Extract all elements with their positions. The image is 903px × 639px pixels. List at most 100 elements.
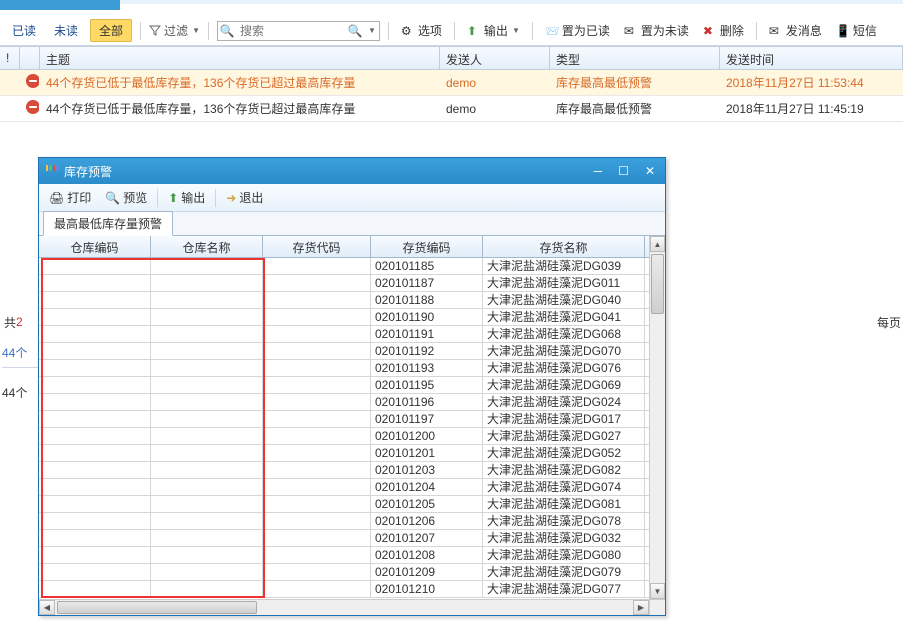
scroll-right-button[interactable]: ▶: [633, 600, 649, 615]
unread-tab[interactable]: 未读: [48, 19, 84, 42]
tab-stock-alert[interactable]: 最高最低库存量预警: [43, 211, 173, 236]
search-input[interactable]: [236, 24, 346, 38]
close-button[interactable]: ✕: [641, 164, 659, 178]
grid-row[interactable]: 020101206大津泥盐湖硅藻泥DG078: [39, 513, 665, 530]
col-time[interactable]: 发送时间: [720, 47, 903, 69]
print-button[interactable]: 🖨 打印: [45, 187, 95, 208]
grid-row[interactable]: 020101200大津泥盐湖硅藻泥DG027: [39, 428, 665, 445]
top-ribbon: [0, 0, 120, 10]
grid-row[interactable]: 020101195大津泥盐湖硅藻泥DG069: [39, 377, 665, 394]
exit-button[interactable]: ➜ 退出: [222, 187, 267, 208]
cell-warehouse-name: [151, 377, 263, 393]
type-cell: 库存最高最低预警: [550, 74, 720, 91]
grid-row[interactable]: 020101185大津泥盐湖硅藻泥DG039: [39, 258, 665, 275]
cell-stock-name: 大津泥盐湖硅藻泥DG079: [483, 564, 645, 580]
preview-link[interactable]: 44个: [2, 344, 38, 368]
cell-warehouse-name: [151, 360, 263, 376]
maximize-button[interactable]: ☐: [614, 164, 633, 178]
col-type[interactable]: 类型: [550, 47, 720, 69]
col-stock-name[interactable]: 存货名称: [483, 236, 645, 257]
cell-stock-id: 020101201: [371, 445, 483, 461]
grid-row[interactable]: 020101196大津泥盐湖硅藻泥DG024: [39, 394, 665, 411]
dialog-toolbar: 🖨 打印 🔍 预览 ⬆ 输出 ➜ 退出: [39, 184, 665, 212]
export-icon: ⬆: [467, 24, 481, 38]
export-button[interactable]: ⬆ 输出 ▼: [463, 20, 524, 41]
grid-row[interactable]: 020101209大津泥盐湖硅藻泥DG079: [39, 564, 665, 581]
send-message-button[interactable]: ✉ 发消息: [765, 20, 826, 41]
col-stock-code[interactable]: 存货代码: [263, 236, 371, 257]
cell-stock-code: [263, 428, 371, 444]
options-button[interactable]: ⚙ 选项: [397, 20, 446, 41]
col-warehouse-code[interactable]: 仓库编码: [39, 236, 151, 257]
scroll-thumb-h[interactable]: [57, 601, 257, 614]
grid-row[interactable]: 020101192大津泥盐湖硅藻泥DG070: [39, 343, 665, 360]
grid-row[interactable]: 020101208大津泥盐湖硅藻泥DG080: [39, 547, 665, 564]
preview-label: 预览: [123, 189, 147, 206]
cell-warehouse-code: [39, 496, 151, 512]
horizontal-scrollbar[interactable]: ◀ ▶: [39, 599, 649, 615]
mark-read-button[interactable]: 📨 置为已读: [541, 20, 614, 41]
sms-button[interactable]: 📱 短信: [832, 20, 881, 41]
cell-stock-id: 020101192: [371, 343, 483, 359]
col-sender[interactable]: 发送人: [440, 47, 550, 69]
grid-row[interactable]: 020101188大津泥盐湖硅藻泥DG040: [39, 292, 665, 309]
grid-row[interactable]: 020101201大津泥盐湖硅藻泥DG052: [39, 445, 665, 462]
grid-row[interactable]: 020101197大津泥盐湖硅藻泥DG017: [39, 411, 665, 428]
grid-row[interactable]: 020101193大津泥盐湖硅藻泥DG076: [39, 360, 665, 377]
sms-icon: 📱: [836, 24, 850, 38]
grid-row[interactable]: 020101205大津泥盐湖硅藻泥DG081: [39, 496, 665, 513]
col-flag[interactable]: !: [0, 47, 20, 69]
funnel-icon: [149, 25, 161, 37]
cell-stock-code: [263, 326, 371, 342]
search-icon[interactable]: 🔍: [218, 24, 236, 38]
scroll-left-button[interactable]: ◀: [39, 600, 55, 615]
grid-row[interactable]: 020101203大津泥盐湖硅藻泥DG082: [39, 462, 665, 479]
cell-stock-name: 大津泥盐湖硅藻泥DG040: [483, 292, 645, 308]
preview-button[interactable]: 🔍 预览: [101, 187, 151, 208]
col-icon[interactable]: [20, 47, 40, 69]
preview-icon: 🔍: [105, 191, 120, 205]
search-go-icon[interactable]: 🔍: [346, 24, 364, 38]
filter-button[interactable]: 过滤 ▼: [149, 22, 200, 39]
cell-stock-code: [263, 292, 371, 308]
dialog-titlebar[interactable]: 库存预警 ─ ☐ ✕: [39, 158, 665, 184]
vertical-scrollbar[interactable]: ▲ ▼: [649, 236, 665, 599]
minimize-button[interactable]: ─: [590, 164, 607, 178]
sender-cell: demo: [440, 102, 550, 116]
cell-stock-name: 大津泥盐湖硅藻泥DG078: [483, 513, 645, 529]
cell-stock-id: 020101195: [371, 377, 483, 393]
cell-stock-code: [263, 360, 371, 376]
grid-row[interactable]: 020101210大津泥盐湖硅藻泥DG077: [39, 581, 665, 598]
cell-stock-name: 大津泥盐湖硅藻泥DG032: [483, 530, 645, 546]
read-tab[interactable]: 已读: [6, 19, 42, 42]
cell-warehouse-name: [151, 547, 263, 563]
cell-stock-id: 020101200: [371, 428, 483, 444]
cell-warehouse-code: [39, 428, 151, 444]
message-row[interactable]: 44个存货已低于最低库存量，136个存货已超过最高库存量demo库存最高最低预警…: [0, 96, 903, 122]
mark-unread-button[interactable]: ✉ 置为未读: [620, 20, 693, 41]
scroll-thumb[interactable]: [651, 254, 664, 314]
scroll-down-button[interactable]: ▼: [650, 583, 665, 599]
separator: [140, 22, 141, 40]
col-warehouse-name[interactable]: 仓库名称: [151, 236, 263, 257]
delete-button[interactable]: ✖ 删除: [699, 20, 748, 41]
cell-warehouse-code: [39, 564, 151, 580]
cell-warehouse-name: [151, 292, 263, 308]
grid-container: 仓库编码 仓库名称 存货代码 存货编码 存货名称 020101185大津泥盐湖硅…: [39, 236, 665, 615]
col-subject[interactable]: 主题: [40, 47, 440, 69]
cell-stock-id: 020101197: [371, 411, 483, 427]
all-tab[interactable]: 全部: [90, 19, 132, 42]
subject-cell: 44个存货已低于最低库存量，136个存货已超过最高库存量: [40, 100, 440, 117]
col-stock-id[interactable]: 存货编码: [371, 236, 483, 257]
scroll-up-button[interactable]: ▲: [650, 236, 665, 252]
cell-stock-id: 020101208: [371, 547, 483, 563]
grid-row[interactable]: 020101191大津泥盐湖硅藻泥DG068: [39, 326, 665, 343]
grid-row[interactable]: 020101190大津泥盐湖硅藻泥DG041: [39, 309, 665, 326]
message-row[interactable]: 44个存货已低于最低库存量，136个存货已超过最高库存量demo库存最高最低预警…: [0, 70, 903, 96]
grid-row[interactable]: 020101207大津泥盐湖硅藻泥DG032: [39, 530, 665, 547]
chevron-down-icon[interactable]: ▼: [365, 26, 379, 35]
modal-export-button[interactable]: ⬆ 输出: [164, 187, 209, 208]
grid-row[interactable]: 020101187大津泥盐湖硅藻泥DG011: [39, 275, 665, 292]
grid-row[interactable]: 020101204大津泥盐湖硅藻泥DG074: [39, 479, 665, 496]
cell-stock-name: 大津泥盐湖硅藻泥DG076: [483, 360, 645, 376]
